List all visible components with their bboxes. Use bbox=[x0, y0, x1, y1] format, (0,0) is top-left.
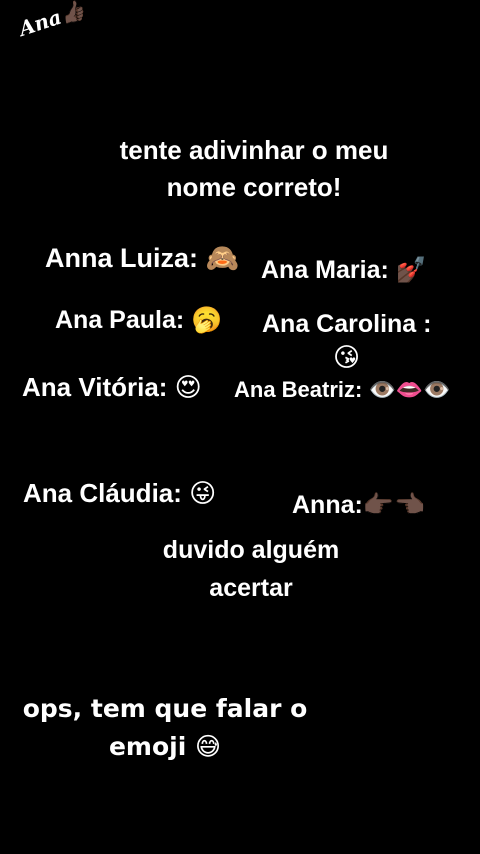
title-line-1: tente adivinhar o meu bbox=[119, 135, 389, 165]
watermark-text: Ana bbox=[16, 4, 65, 41]
name-option-ana-vitoria: Ana Vitória: 😍 bbox=[22, 372, 202, 404]
challenge-line-1: duvido alguém bbox=[162, 536, 340, 564]
name-option-label: Ana Beatriz: bbox=[234, 377, 363, 402]
kissing-face-icon: 😘 bbox=[333, 343, 361, 373]
name-option-anna: Anna:👉🏿👈🏿 bbox=[292, 490, 425, 520]
name-option-ana-claudia: Ana Cláudia: 😜 bbox=[23, 478, 216, 510]
name-option-label: Ana Vitória: bbox=[22, 372, 168, 402]
footer-line-1: ops, tem que falar o bbox=[22, 694, 308, 723]
name-option-label: Ana Paula: bbox=[55, 306, 185, 334]
watermark: Ana👍🏿 bbox=[16, 0, 88, 41]
pointing-fingers-icon: 👉🏿👈🏿 bbox=[362, 490, 426, 519]
name-option-ana-carolina: Ana Carolina : bbox=[262, 309, 431, 339]
footer-line-2: emoji 😅 bbox=[0, 728, 330, 766]
name-option-ana-paula: Ana Paula: 🥱 bbox=[55, 305, 222, 335]
winking-tongue-icon: 😜 bbox=[189, 479, 217, 509]
challenge-line-2: acertar bbox=[209, 574, 293, 602]
name-option-anna-luiza: Anna Luiza: 🙈 bbox=[45, 242, 239, 275]
name-option-ana-beatriz: Ana Beatriz: 👁️👄👁️ bbox=[234, 377, 451, 404]
heart-eyes-icon: 😍 bbox=[174, 373, 202, 403]
nail-polish-icon: 💅🏿 bbox=[395, 255, 427, 284]
yawning-face-icon: 🥱 bbox=[191, 305, 223, 334]
name-option-ana-maria: Ana Maria: 💅🏿 bbox=[261, 255, 427, 285]
name-option-label: Ana Cláudia: bbox=[23, 478, 182, 508]
challenge-text: duvido alguém acertar bbox=[0, 531, 480, 607]
name-option-label: Anna: bbox=[292, 491, 363, 519]
eyes-mouth-icon: 👁️👄👁️ bbox=[368, 378, 451, 403]
name-option-label: Ana Carolina : bbox=[262, 310, 432, 338]
see-no-evil-monkey-icon: 🙈 bbox=[205, 243, 240, 274]
footer-line-2-text: emoji bbox=[108, 732, 187, 761]
title-line-2: nome correto! bbox=[166, 172, 342, 202]
page-title: tente adivinhar o meu nome correto! bbox=[0, 132, 480, 206]
grinning-sweat-icon: 😅 bbox=[194, 732, 222, 761]
name-option-label: Ana Maria: bbox=[261, 256, 389, 284]
footer-note: ops, tem que falar o emoji 😅 bbox=[0, 690, 330, 766]
name-option-label: Anna Luiza: bbox=[45, 243, 198, 273]
